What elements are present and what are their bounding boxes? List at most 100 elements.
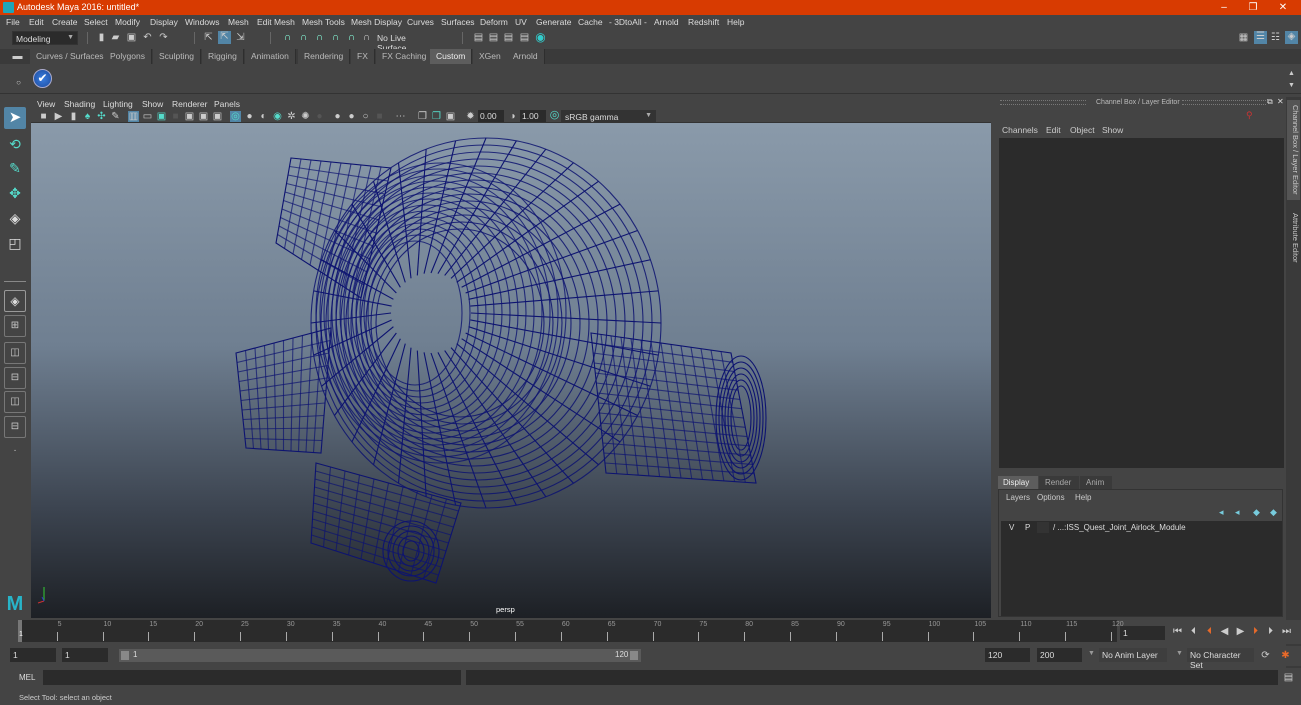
- modeling-toolkit-icon[interactable]: ▦: [1238, 32, 1249, 43]
- attribute-editor-toggle-icon[interactable]: ☰: [1254, 31, 1267, 44]
- color-space-dropdown[interactable]: sRGB gamma ▼: [561, 110, 656, 122]
- close-panel-icon[interactable]: ✕: [1277, 97, 1284, 106]
- channel-box-toggle-icon[interactable]: ◈: [1285, 31, 1298, 44]
- shelf-tab-sculpting[interactable]: Sculpting: [153, 49, 201, 64]
- lasso-tool-icon[interactable]: ⟲: [4, 133, 26, 155]
- move-layer-down-icon[interactable]: ◂: [1235, 507, 1240, 518]
- four-view-layout-icon[interactable]: ⊞: [4, 315, 26, 337]
- chevron-down-icon[interactable]: ▼: [1088, 650, 1095, 657]
- shadows-icon[interactable]: ✺: [300, 111, 311, 122]
- image-plane-icon[interactable]: ♠: [82, 111, 93, 122]
- single-perspective-layout-icon[interactable]: ◈: [4, 290, 26, 312]
- menu-redshift[interactable]: Redshift: [688, 17, 719, 27]
- rotate-tool-icon[interactable]: ◈: [4, 207, 26, 229]
- menu-3dtoall[interactable]: - 3DtoAll -: [609, 17, 647, 27]
- shelf-tab-xgen[interactable]: XGen: [473, 49, 508, 64]
- chevron-down-icon[interactable]: ▼: [1176, 650, 1183, 657]
- gamma-field[interactable]: 1.00: [520, 110, 546, 122]
- menu-help[interactable]: Help: [727, 17, 744, 27]
- menuset-dropdown[interactable]: Modeling ▼: [12, 31, 78, 45]
- color-management-icon[interactable]: ◎: [549, 110, 560, 121]
- shelf-tab-arnold[interactable]: Arnold: [507, 49, 545, 64]
- menu-display[interactable]: Display: [150, 17, 178, 27]
- auto-key-icon[interactable]: ⟳: [1260, 650, 1271, 661]
- layers-menu[interactable]: Layers: [1006, 493, 1030, 502]
- menu-uv[interactable]: UV: [515, 17, 527, 27]
- object-menu[interactable]: Object: [1070, 125, 1095, 135]
- shelf-tab-rendering[interactable]: Rendering: [298, 49, 351, 64]
- layer-tab-anim[interactable]: Anim: [1080, 476, 1112, 489]
- play-forwards-icon[interactable]: ▶: [1235, 626, 1246, 637]
- move-layer-up-icon[interactable]: ◂: [1219, 507, 1224, 518]
- show-menu[interactable]: Show: [1102, 125, 1123, 135]
- scale-tool-icon[interactable]: ◰: [4, 232, 26, 254]
- field-chart-icon[interactable]: ▣: [184, 111, 195, 122]
- 2d-pan-zoom-icon[interactable]: ✣: [96, 111, 107, 122]
- new-scene-icon[interactable]: ▮: [96, 32, 107, 43]
- snap-surface-icon[interactable]: ∩: [346, 32, 357, 43]
- menu-surfaces[interactable]: Surfaces: [441, 17, 475, 27]
- shelf-scroll-down-icon[interactable]: ▼: [1286, 80, 1297, 91]
- motion-blur-icon[interactable]: ●: [332, 111, 343, 122]
- go-to-end-icon[interactable]: ⏭: [1281, 626, 1292, 637]
- go-to-start-icon[interactable]: ⏮: [1172, 626, 1183, 637]
- options-menu[interactable]: Options: [1037, 493, 1065, 502]
- side-tab-channel-box[interactable]: Channel Box / Layer Editor: [1287, 100, 1300, 200]
- menu-mesh-display[interactable]: Mesh Display: [351, 17, 402, 27]
- snap-curve-icon[interactable]: ∩: [298, 32, 309, 43]
- script-editor-icon[interactable]: ▤: [1283, 672, 1294, 683]
- viewport-menu-panels[interactable]: Panels: [214, 99, 240, 109]
- xray-joints-icon[interactable]: ❐: [417, 111, 428, 122]
- wireframe-icon[interactable]: ◎: [230, 111, 241, 122]
- open-scene-icon[interactable]: ▰: [110, 32, 121, 43]
- gate-mask-icon[interactable]: ■: [170, 111, 181, 122]
- layer-row[interactable]: V P / ...:ISS_Quest_Joint_Airlock_Module: [1001, 521, 1282, 535]
- wireframe-on-shaded-icon[interactable]: ◐: [258, 111, 269, 122]
- menu-edit-mesh[interactable]: Edit Mesh: [257, 17, 295, 27]
- isolate-select-icon[interactable]: ■: [374, 111, 385, 122]
- snap-point-icon[interactable]: ∩: [314, 32, 325, 43]
- make-live-icon[interactable]: ∩: [361, 32, 372, 43]
- depth-of-field-icon[interactable]: ○: [360, 111, 371, 122]
- close-button[interactable]: ✕: [1268, 1, 1298, 14]
- safe-title-icon[interactable]: ▣: [212, 111, 223, 122]
- step-back-key-icon[interactable]: ⏴: [1204, 626, 1215, 637]
- layer-playback-toggle[interactable]: P: [1025, 523, 1030, 532]
- use-all-lights-icon[interactable]: ✲: [286, 111, 297, 122]
- play-backwards-icon[interactable]: ◀: [1219, 626, 1230, 637]
- character-set-dropdown[interactable]: No Character Set: [1187, 648, 1254, 670]
- multisample-aa-icon[interactable]: ●: [346, 111, 357, 122]
- render-settings-icon[interactable]: ▤: [519, 32, 530, 43]
- shelf-scroll-up-icon[interactable]: ▲: [1286, 68, 1297, 79]
- range-slider-bar[interactable]: 1 120: [119, 649, 641, 662]
- menu-windows[interactable]: Windows: [185, 17, 219, 27]
- viewport-menu-show[interactable]: Show: [142, 99, 163, 109]
- new-empty-layer-icon[interactable]: ◆: [1253, 507, 1260, 518]
- animation-end-field[interactable]: 200: [1037, 648, 1082, 662]
- xray-components-icon[interactable]: ❐: [431, 111, 442, 122]
- mel-input[interactable]: [43, 670, 461, 685]
- grid-icon[interactable]: ▥: [128, 111, 139, 122]
- current-frame-field[interactable]: 1: [1120, 626, 1165, 640]
- step-back-frame-icon[interactable]: ⏴: [1188, 626, 1199, 637]
- shelf-tab-custom[interactable]: Custom: [430, 49, 473, 64]
- frame-selection-icon[interactable]: ▣: [445, 111, 456, 122]
- viewport-canvas[interactable]: persp: [31, 123, 991, 618]
- layer-tab-display[interactable]: Display: [998, 476, 1038, 489]
- drag-handle[interactable]: [1182, 100, 1266, 105]
- persp-outliner-layout-icon[interactable]: ◫: [4, 342, 26, 364]
- menu-arnold[interactable]: Arnold: [654, 17, 679, 27]
- menu-curves[interactable]: Curves: [407, 17, 434, 27]
- menu-create[interactable]: Create: [52, 17, 78, 27]
- select-tool-icon[interactable]: ➤: [4, 107, 26, 129]
- ipr-render-icon[interactable]: ▤: [503, 32, 514, 43]
- shelf-tab-rigging[interactable]: Rigging: [202, 49, 244, 64]
- exposure-field[interactable]: 0.00: [478, 110, 504, 122]
- screen-space-ao-icon[interactable]: ●: [314, 111, 325, 122]
- animation-start-field[interactable]: 1: [10, 648, 56, 662]
- render-current-icon[interactable]: ▤: [488, 32, 499, 43]
- range-start-handle[interactable]: [121, 651, 129, 660]
- shelf-tab-curves-surfaces[interactable]: Curves / Surfaces: [30, 49, 111, 64]
- smooth-shade-icon[interactable]: ●: [244, 111, 255, 122]
- select-hierarchy-icon[interactable]: ⇱: [203, 32, 214, 43]
